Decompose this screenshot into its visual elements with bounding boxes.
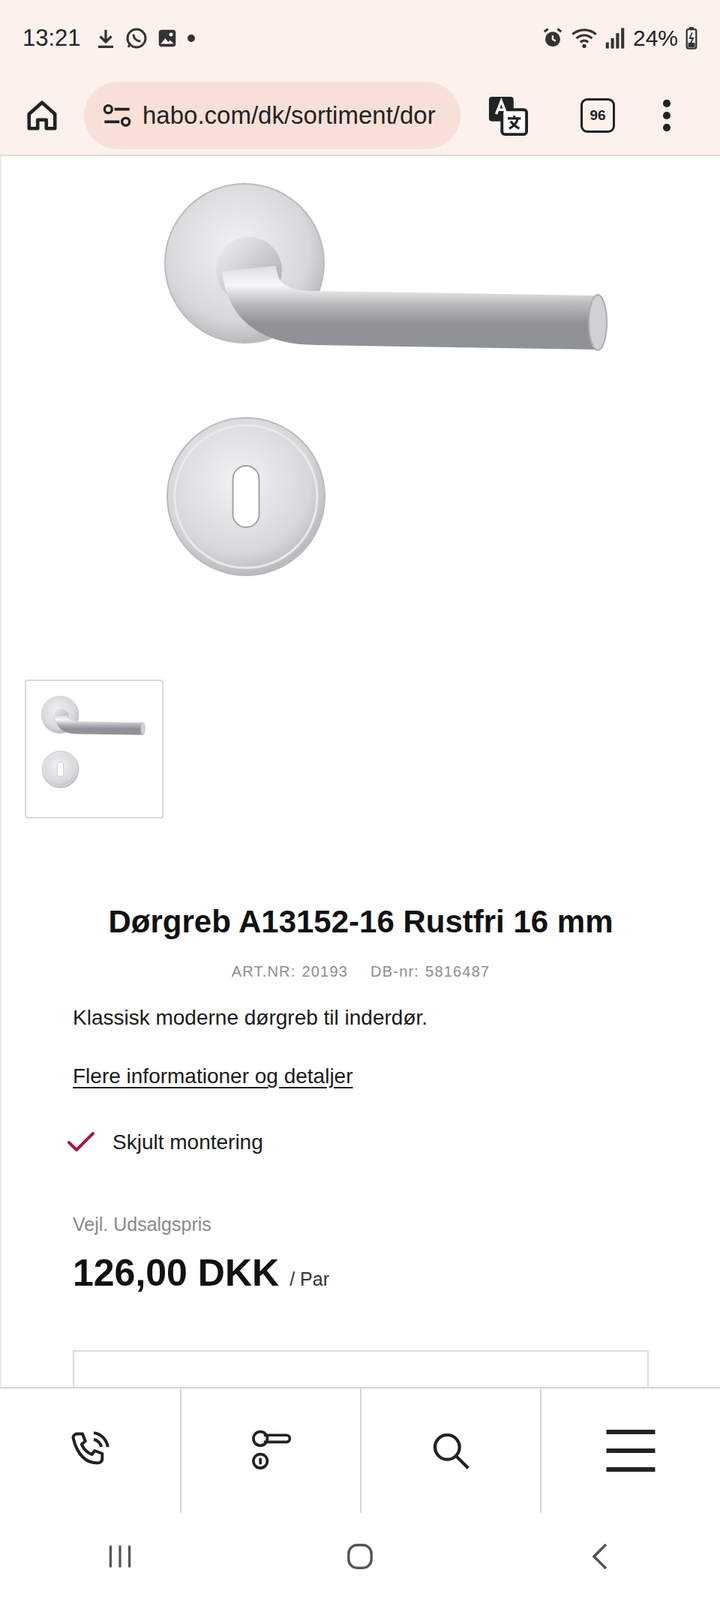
wifi-icon	[571, 27, 597, 50]
price-label: Vejl. Udsalgspris	[72, 1210, 649, 1238]
home-icon	[24, 98, 60, 133]
article-numbers: ART.NR:20193 DB-nr: 5816487	[72, 960, 649, 982]
recents-icon	[105, 1542, 135, 1570]
home-nav-button[interactable]	[240, 1542, 480, 1571]
gallery-icon	[156, 27, 179, 50]
search-button[interactable]	[360, 1388, 540, 1513]
product-description: Klassisk moderne dørgreb til inderdør.	[72, 1002, 649, 1033]
bottom-nav	[0, 1386, 720, 1513]
more-vert-icon	[661, 98, 672, 133]
status-bar: 13:21 24%	[0, 0, 720, 77]
menu-button[interactable]	[661, 98, 672, 133]
call-button[interactable]	[0, 1388, 180, 1513]
art-nr-label: ART.NR:	[231, 963, 297, 980]
signal-icon	[604, 27, 626, 50]
feature-item: Skjult montering	[66, 1125, 649, 1159]
address-bar[interactable]: habo.com/dk/sortiment/dor	[84, 81, 461, 150]
db-nr-value: 5816487	[425, 963, 490, 980]
translate-icon	[487, 95, 528, 136]
download-icon	[94, 27, 117, 50]
details-link[interactable]: Flere informationer og detaljer	[72, 1061, 354, 1092]
url-text[interactable]: habo.com/dk/sortiment/dor	[142, 101, 447, 130]
site-settings-icon	[102, 102, 132, 129]
product-title: Dørgreb A13152-16 Rustfri 16 mm	[72, 900, 649, 943]
door-handle-picture	[38, 693, 151, 806]
products-button[interactable]	[180, 1388, 360, 1513]
translate-button[interactable]	[487, 95, 528, 136]
battery-level: 24%	[633, 25, 678, 51]
system-nav	[0, 1512, 720, 1600]
menu-button[interactable]	[540, 1388, 720, 1513]
price-unit: / Par	[289, 1268, 330, 1290]
back-icon	[588, 1541, 612, 1572]
product-image	[1, 156, 720, 680]
check-icon	[66, 1130, 96, 1155]
thumbnail[interactable]	[24, 679, 164, 819]
art-nr: ART.NR:20193	[231, 960, 348, 982]
back-button[interactable]	[480, 1541, 720, 1572]
price: 126,00 DKK / Par	[72, 1251, 649, 1304]
clock: 13:21	[22, 24, 81, 52]
db-nr: DB-nr: 5816487	[370, 960, 490, 982]
db-nr-label: DB-nr:	[370, 963, 420, 980]
browser-toolbar: habo.com/dk/sortiment/dor 96	[0, 76, 720, 156]
battery-icon	[685, 27, 698, 50]
feature-label: Skjult montering	[112, 1130, 264, 1155]
more-notifications-icon	[186, 33, 197, 44]
whatsapp-icon	[124, 26, 149, 51]
product-page: Dørgreb A13152-16 Rustfri 16 mm ART.NR:2…	[0, 156, 720, 1387]
tab-count[interactable]: 96	[580, 98, 615, 133]
art-nr-value: 20193	[301, 963, 348, 980]
hamburger-icon	[604, 1427, 657, 1474]
door-handle-picture	[1, 156, 720, 680]
search-icon	[429, 1429, 472, 1472]
price-amount: 126,00 DKK	[72, 1251, 279, 1295]
home-circle-icon	[345, 1542, 375, 1571]
home-button[interactable]	[22, 96, 62, 135]
phone-icon	[67, 1428, 113, 1473]
recents-button[interactable]	[0, 1542, 240, 1570]
door-handle-icon	[249, 1428, 292, 1473]
tab-switcher-button[interactable]: 96	[580, 98, 615, 133]
variant-box[interactable]	[72, 1350, 649, 1387]
alarm-icon	[541, 27, 564, 50]
